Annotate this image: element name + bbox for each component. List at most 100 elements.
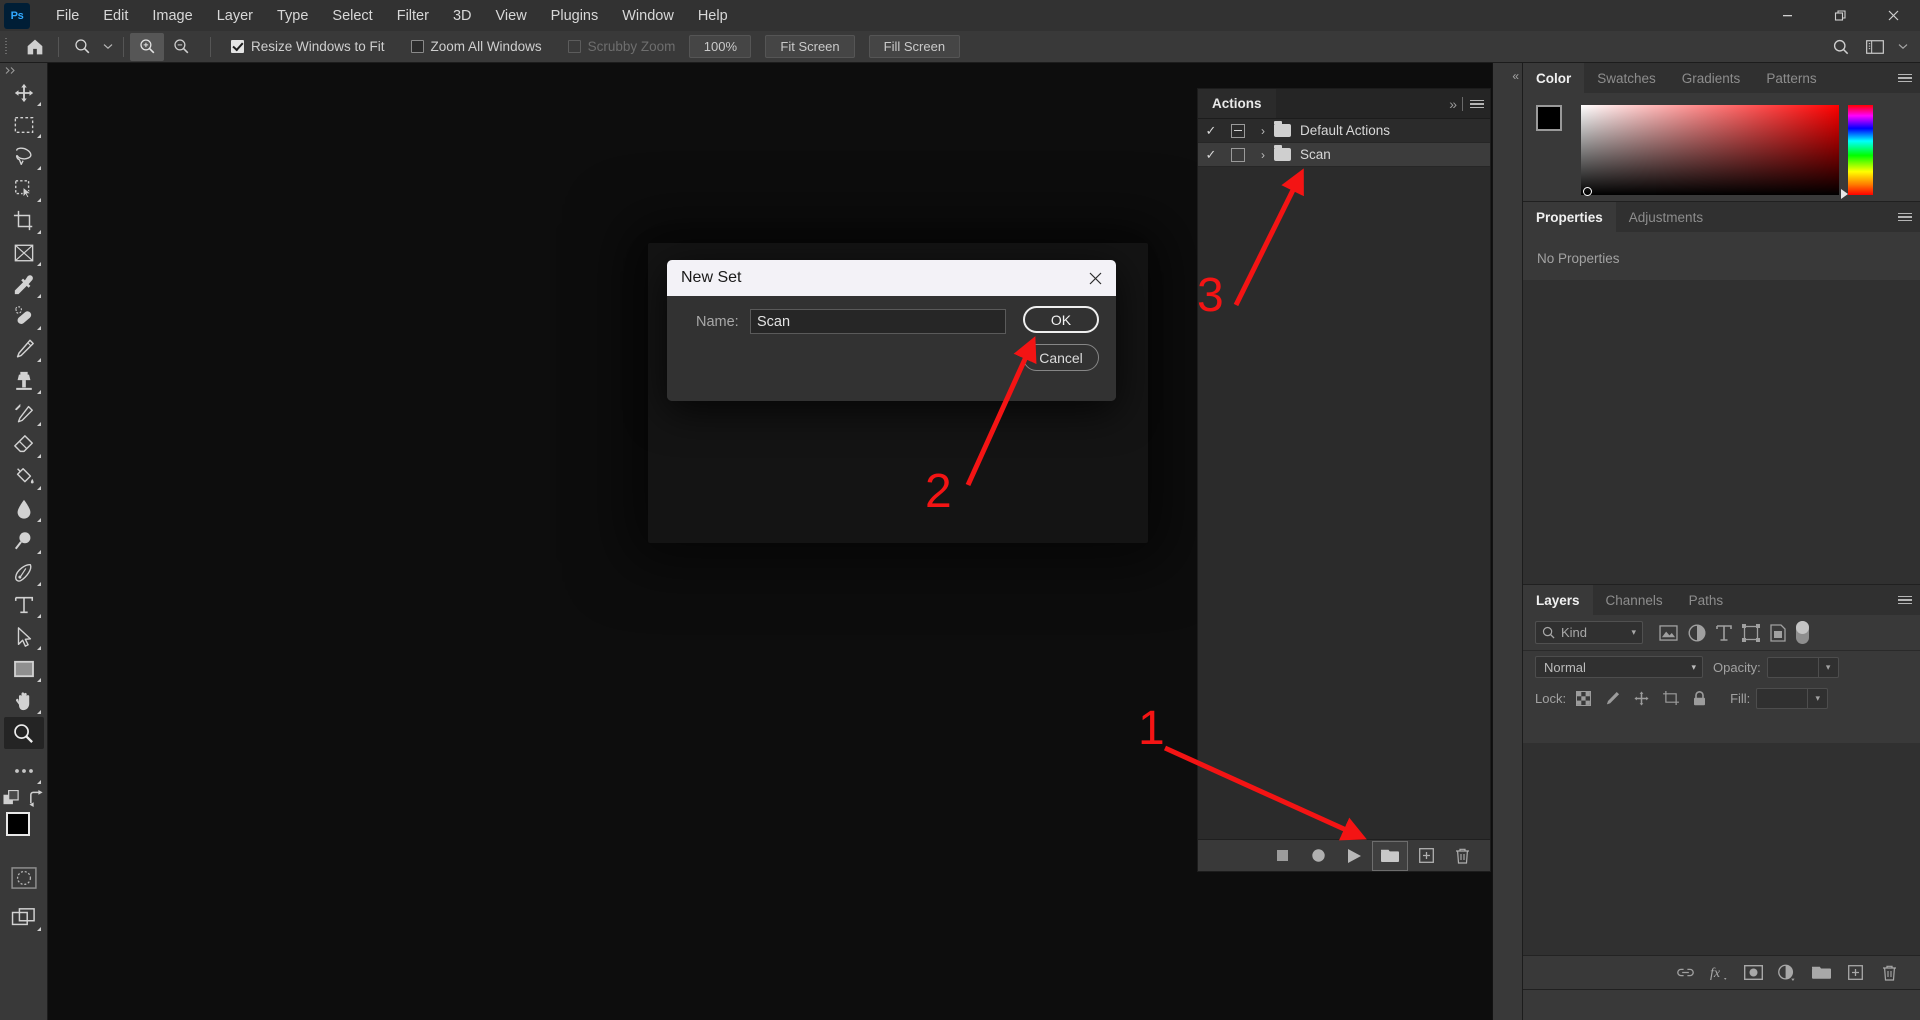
delete-layer-button[interactable] xyxy=(1872,958,1906,988)
tab-layers[interactable]: Layers xyxy=(1523,585,1593,615)
tool-type[interactable] xyxy=(4,589,44,621)
tab-paths[interactable]: Paths xyxy=(1676,585,1737,615)
panel-menu-icon[interactable] xyxy=(1898,213,1912,222)
tab-gradients[interactable]: Gradients xyxy=(1669,63,1754,93)
color-picker-cursor[interactable] xyxy=(1583,187,1592,196)
expand-chevron-icon[interactable]: › xyxy=(1252,148,1274,162)
tool-lasso[interactable] xyxy=(4,141,44,173)
panel-menu-icon[interactable] xyxy=(1470,100,1484,109)
collapse-chevrons-icon[interactable]: « xyxy=(1512,69,1517,83)
lock-artboard-icon[interactable] xyxy=(1663,691,1679,705)
zoom-level-value[interactable]: 100% xyxy=(689,35,751,58)
workspace-dropdown[interactable] xyxy=(1894,33,1912,61)
menu-type[interactable]: Type xyxy=(265,0,320,31)
tool-eyedropper[interactable] xyxy=(4,269,44,301)
menu-3d[interactable]: 3D xyxy=(441,0,484,31)
new-action-button[interactable] xyxy=(1408,841,1444,871)
tool-frame[interactable] xyxy=(4,237,44,269)
restore-button[interactable] xyxy=(1814,0,1867,31)
swap-colors-icon[interactable] xyxy=(28,790,45,807)
action-enabled-checkmark[interactable]: ✓ xyxy=(1198,147,1224,163)
fill-stepper-chevron-down-icon[interactable]: ▾ xyxy=(1808,688,1828,709)
default-colors-icon[interactable] xyxy=(3,790,20,807)
menu-view[interactable]: View xyxy=(484,0,539,31)
filter-toggle-switch[interactable] xyxy=(1796,621,1809,644)
hue-slider-marker[interactable] xyxy=(1841,189,1848,199)
play-button[interactable] xyxy=(1336,841,1372,871)
actions-list[interactable]: ✓ › Default Actions ✓ › Scan xyxy=(1198,119,1490,811)
workspace-switcher-button[interactable] xyxy=(1860,33,1890,61)
home-button[interactable] xyxy=(18,33,52,61)
tool-path-selection[interactable] xyxy=(4,621,44,653)
tool-dodge[interactable] xyxy=(4,525,44,557)
opacity-stepper-chevron-down-icon[interactable]: ▾ xyxy=(1819,657,1839,678)
color-picker-field[interactable] xyxy=(1581,105,1839,195)
tool-object-selection[interactable] xyxy=(4,173,44,205)
dock-collapse-strip[interactable]: « xyxy=(1493,63,1523,1020)
tool-marquee[interactable] xyxy=(4,109,44,141)
zoom-all-windows-checkbox[interactable] xyxy=(411,40,424,53)
tab-properties[interactable]: Properties xyxy=(1523,202,1616,232)
tool-edit-toolbar[interactable] xyxy=(4,755,44,787)
lock-position-icon[interactable] xyxy=(1634,691,1649,706)
minimize-button[interactable] xyxy=(1761,0,1814,31)
tool-healing-brush[interactable] xyxy=(4,301,44,333)
foreground-color-swatch[interactable] xyxy=(6,812,30,836)
zoom-in-button[interactable] xyxy=(130,33,164,61)
menu-layer[interactable]: Layer xyxy=(205,0,265,31)
filter-adjustment-icon[interactable] xyxy=(1688,624,1706,642)
filter-shape-icon[interactable] xyxy=(1742,624,1760,642)
action-dialog-toggle[interactable] xyxy=(1224,148,1252,162)
scrubby-zoom-checkbox[interactable] xyxy=(568,40,581,53)
layers-list[interactable] xyxy=(1523,743,1920,955)
filter-smart-object-icon[interactable] xyxy=(1770,624,1786,642)
tool-zoom[interactable] xyxy=(4,717,44,749)
stop-button[interactable] xyxy=(1264,841,1300,871)
options-bar-grip[interactable] xyxy=(0,31,12,63)
chevron-down-icon[interactable]: ▾ xyxy=(1691,662,1696,673)
layers-panel-menu[interactable] xyxy=(1898,585,1912,615)
color-panel-menu[interactable] xyxy=(1898,63,1912,93)
layer-filter-kind-select[interactable]: Kind ▾ xyxy=(1535,621,1643,644)
tool-hand[interactable] xyxy=(4,685,44,717)
tool-crop[interactable] xyxy=(4,205,44,237)
layer-style-button[interactable]: fx xyxy=(1702,958,1736,988)
cancel-button[interactable]: Cancel xyxy=(1023,344,1099,371)
new-layer-button[interactable] xyxy=(1838,958,1872,988)
filter-pixel-icon[interactable] xyxy=(1659,625,1678,641)
hue-slider[interactable] xyxy=(1848,105,1873,195)
menu-filter[interactable]: Filter xyxy=(385,0,441,31)
opacity-input[interactable] xyxy=(1767,657,1819,678)
tool-rectangle-shape[interactable] xyxy=(4,653,44,685)
set-name-input[interactable] xyxy=(750,309,1006,334)
dialog-close-button[interactable] xyxy=(1084,268,1106,288)
lock-transparent-pixels-icon[interactable] xyxy=(1576,691,1591,706)
quick-mask-button[interactable] xyxy=(4,862,44,894)
menu-help[interactable]: Help xyxy=(686,0,740,31)
menu-select[interactable]: Select xyxy=(320,0,384,31)
tab-swatches[interactable]: Swatches xyxy=(1584,63,1669,93)
panel-menu-icon[interactable] xyxy=(1898,74,1912,83)
tool-brush[interactable] xyxy=(4,333,44,365)
lock-all-icon[interactable] xyxy=(1693,691,1706,706)
resize-windows-to-fit-option[interactable]: Resize Windows to Fit xyxy=(231,39,385,54)
tool-clone-stamp[interactable] xyxy=(4,365,44,397)
scan-action-set-row[interactable]: ✓ › Scan xyxy=(1198,143,1490,167)
action-set-row-default-actions[interactable]: ✓ › Default Actions xyxy=(1198,119,1490,143)
fit-screen-button[interactable]: Fit Screen xyxy=(765,35,854,58)
menu-image[interactable]: Image xyxy=(140,0,204,31)
tool-blur[interactable] xyxy=(4,493,44,525)
properties-panel-menu[interactable] xyxy=(1898,202,1912,232)
resize-windows-checkbox[interactable] xyxy=(231,40,244,53)
tool-pen[interactable] xyxy=(4,557,44,589)
expand-chevron-icon[interactable]: › xyxy=(1252,124,1274,138)
tab-actions[interactable]: Actions xyxy=(1198,89,1276,118)
lock-image-pixels-icon[interactable] xyxy=(1605,691,1620,706)
color-panel-foreground-swatch[interactable] xyxy=(1536,105,1562,131)
filter-type-icon[interactable] xyxy=(1716,624,1732,642)
new-set-button[interactable] xyxy=(1372,841,1408,871)
panel-menu-icon[interactable] xyxy=(1898,596,1912,605)
zoom-out-button[interactable] xyxy=(164,33,198,61)
ok-button[interactable]: OK xyxy=(1023,306,1099,333)
expand-chevrons-icon[interactable]: » xyxy=(1449,96,1455,112)
